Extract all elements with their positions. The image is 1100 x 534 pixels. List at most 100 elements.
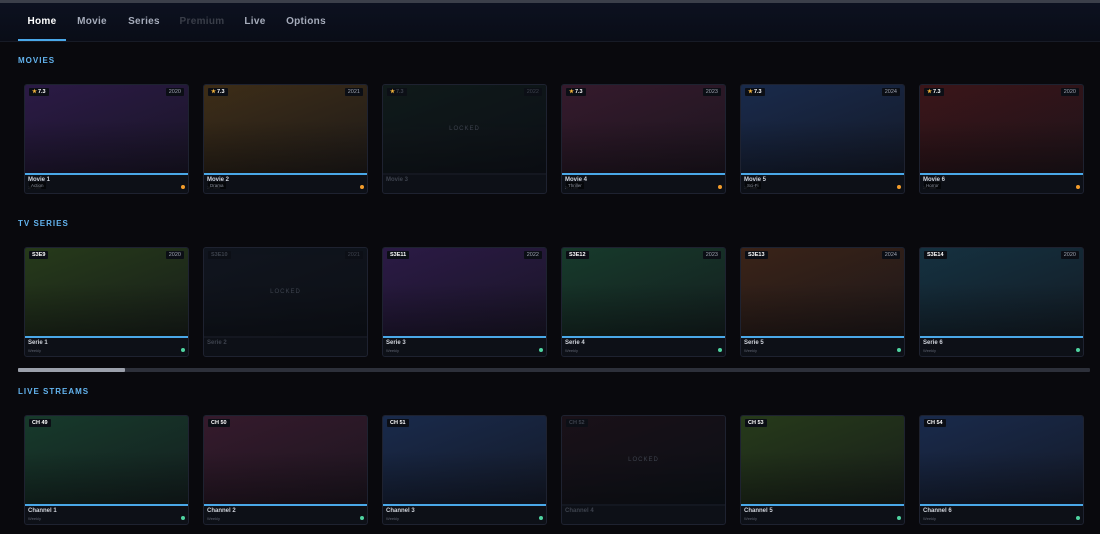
- year-badge: 2023: [702, 251, 721, 259]
- rating-badge: ★7.3: [745, 88, 765, 96]
- nav-tab-live[interactable]: Live: [237, 3, 273, 41]
- nav-tab-premium: Premium: [179, 16, 225, 27]
- year-badge: 2022: [523, 251, 542, 259]
- status-dot: [897, 516, 901, 520]
- card-thumbnail: [204, 85, 367, 175]
- card-title: Movie 3: [386, 177, 409, 183]
- status-dot: [360, 516, 364, 520]
- card-title: Serie 4: [565, 340, 585, 346]
- content-card[interactable]: CH 53 Channel 5 Weekly: [740, 415, 905, 525]
- year-badge: 2020: [165, 88, 184, 96]
- content-card[interactable]: CH 51 Channel 3 Weekly: [382, 415, 547, 525]
- content-card[interactable]: ★7.32023ThrillerMovie 42h 10m: [561, 84, 726, 194]
- card-title: Serie 2: [207, 340, 227, 346]
- rating-badge: S3E9: [29, 251, 49, 259]
- content-card[interactable]: CH 49 Channel 1 Weekly: [24, 415, 189, 525]
- card-subtitle: Weekly: [28, 348, 42, 353]
- content-card: ★7.3 2022 LOCKED Movie 3: [382, 84, 547, 194]
- status-dot: [539, 348, 543, 352]
- year-badge: 2020: [165, 251, 184, 259]
- card-thumbnail: [562, 85, 725, 175]
- card-title: Serie 5: [744, 340, 764, 346]
- rating-badge: CH 54: [924, 419, 946, 427]
- content-card[interactable]: S3E13 2024 Serie 5 Weekly: [740, 247, 905, 357]
- card-title: Serie 6: [923, 340, 943, 346]
- card-subtitle: Weekly: [744, 516, 758, 521]
- card-thumbnail: [562, 248, 725, 338]
- status-dot: [1076, 516, 1080, 520]
- nav-tab-home[interactable]: Home: [18, 3, 66, 41]
- year-badge: 2021: [344, 251, 363, 259]
- card-title: Channel 1: [28, 508, 57, 514]
- rating-badge: CH 50: [208, 419, 230, 427]
- section-title: TV SERIES: [18, 219, 69, 228]
- card-thumbnail: [204, 416, 367, 506]
- star-icon: ★: [569, 89, 574, 95]
- content-card[interactable]: CH 50 Channel 2 Weekly: [203, 415, 368, 525]
- card-thumbnail: [920, 85, 1083, 175]
- rating-badge: S3E11: [387, 251, 410, 259]
- card-subtitle: Weekly: [744, 348, 758, 353]
- year-badge: 2024: [881, 251, 900, 259]
- status-dot: [360, 185, 364, 189]
- genre-tag: Drama: [208, 182, 226, 189]
- card-subtitle: Weekly: [386, 516, 400, 521]
- content-card[interactable]: S3E14 2020 Serie 6 Weekly: [919, 247, 1084, 357]
- card-title: Channel 4: [565, 508, 594, 514]
- locked-label: LOCKED: [449, 126, 480, 132]
- scrollbar-thumb[interactable]: [18, 368, 125, 372]
- content-card[interactable]: S3E11 2022 Serie 3 Weekly: [382, 247, 547, 357]
- rating-badge: ★7.3: [29, 88, 49, 96]
- card-title: Channel 5: [744, 508, 773, 514]
- card-thumbnail: [383, 248, 546, 338]
- star-icon: ★: [927, 89, 932, 95]
- content-card: CH 52 LOCKED Channel 4: [561, 415, 726, 525]
- status-dot: [181, 516, 185, 520]
- card-thumbnail: [25, 248, 188, 338]
- year-badge: 2020: [1060, 251, 1079, 259]
- card-thumbnail: [25, 85, 188, 175]
- rating-badge: S3E13: [745, 251, 768, 259]
- locked-label: LOCKED: [628, 457, 659, 463]
- status-dot: [1076, 348, 1080, 352]
- content-card[interactable]: S3E12 2023 Serie 4 Weekly: [561, 247, 726, 357]
- card-row: ★7.32020ActionMovie 11h 20m★7.32021Drama…: [0, 84, 1100, 194]
- status-dot: [897, 185, 901, 189]
- status-dot: [539, 516, 543, 520]
- card-thumbnail: [920, 416, 1083, 506]
- content-card[interactable]: ★7.32024Sci-FiMovie 51h 45m: [740, 84, 905, 194]
- card-title: Serie 1: [28, 340, 48, 346]
- star-icon: ★: [390, 89, 395, 95]
- card-subtitle: Weekly: [923, 348, 937, 353]
- content-card: S3E10 2021 LOCKED Serie 2: [203, 247, 368, 357]
- status-dot: [1076, 185, 1080, 189]
- rating-badge: S3E14: [924, 251, 947, 259]
- year-badge: 2022: [523, 88, 542, 96]
- content-card[interactable]: ★7.32020ActionMovie 11h 20m: [24, 84, 189, 194]
- content-card[interactable]: CH 54 Channel 6 Weekly: [919, 415, 1084, 525]
- status-dot: [181, 348, 185, 352]
- nav-tab-series[interactable]: Series: [121, 3, 167, 41]
- content-card[interactable]: ★7.32020HorrorMovie 61h 35m: [919, 84, 1084, 194]
- locked-label: LOCKED: [270, 289, 301, 295]
- status-dot: [718, 348, 722, 352]
- year-badge: 2023: [702, 88, 721, 96]
- nav-tab-options[interactable]: Options: [280, 3, 332, 41]
- section-title: LIVE STREAMS: [18, 387, 90, 396]
- rating-badge: ★7.3: [387, 88, 407, 96]
- card-subtitle: Weekly: [207, 516, 221, 521]
- series-scrollbar[interactable]: [18, 368, 1090, 372]
- content-card[interactable]: ★7.32021DramaMovie 21h 40m: [203, 84, 368, 194]
- genre-tag: Action: [29, 182, 46, 189]
- card-subtitle: Weekly: [386, 348, 400, 353]
- card-subtitle: Weekly: [565, 348, 579, 353]
- content-card[interactable]: S3E9 2020 Serie 1 Weekly: [24, 247, 189, 357]
- star-icon: ★: [211, 89, 216, 95]
- rating-badge: CH 52: [566, 419, 588, 427]
- nav-tab-movie[interactable]: Movie: [70, 3, 114, 41]
- year-badge: 2020: [1060, 88, 1079, 96]
- year-badge: 2024: [881, 88, 900, 96]
- card-thumbnail: [741, 416, 904, 506]
- card-row: CH 49 Channel 1 Weekly CH 50 Channel 2 Weekly…: [0, 415, 1100, 525]
- card-thumbnail: [25, 416, 188, 506]
